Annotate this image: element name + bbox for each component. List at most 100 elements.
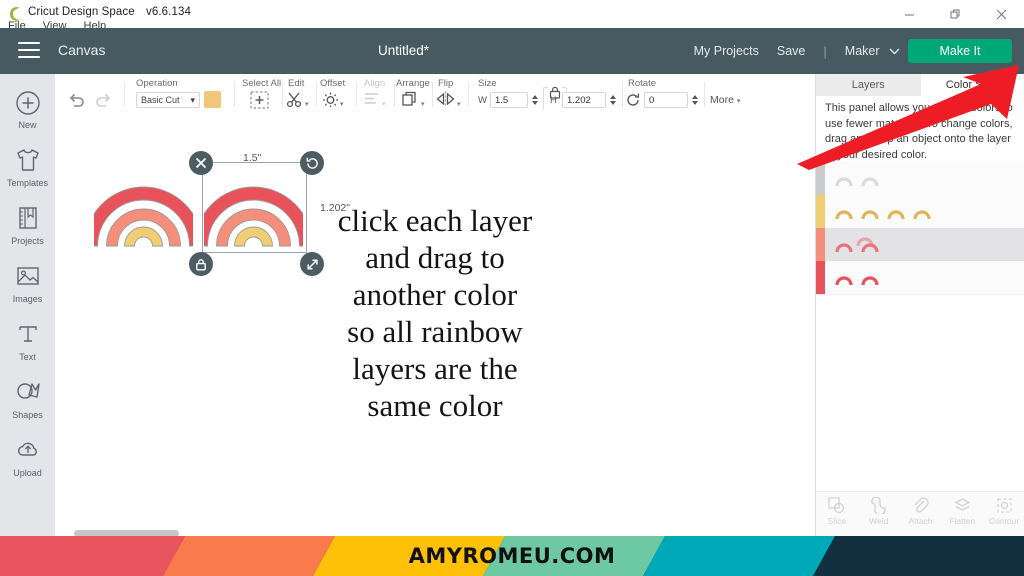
canvas-area[interactable]: 1.5" 1.202" click each layer and drag to a… — [55, 114, 815, 536]
tool-label: Contour — [988, 516, 1020, 526]
contour-button: Contour — [983, 492, 1024, 536]
panel-bottom-tools: Slice Weld Attach Flatten Contour — [816, 491, 1024, 536]
close-button[interactable] — [978, 0, 1024, 28]
delete-handle[interactable] — [189, 151, 213, 175]
tool-label: Flatten — [949, 516, 976, 526]
width-stepper[interactable] — [530, 92, 539, 108]
rotate-icon — [306, 157, 318, 169]
sidebar-item-label: Shapes — [12, 410, 43, 420]
operation-color-swatch[interactable] — [204, 91, 221, 108]
redo-button[interactable] — [94, 91, 116, 110]
canvas-label: Canvas — [58, 42, 106, 58]
sidebar-item-shapes[interactable]: Shapes — [0, 378, 55, 420]
arrange-label: Arrange — [396, 78, 430, 89]
rainbow-shape-left[interactable] — [94, 164, 193, 249]
minimize-button[interactable] — [886, 0, 932, 28]
sidebar-item-upload[interactable]: Upload — [0, 436, 55, 478]
lock-handle[interactable] — [189, 252, 213, 276]
save-button[interactable]: Save — [777, 44, 806, 58]
color-sync-row[interactable] — [816, 162, 1024, 196]
annotation-line: so all rainbow — [347, 314, 523, 349]
more-label: More — [710, 94, 734, 106]
annotation-line: same color — [367, 388, 503, 423]
select-all-button[interactable] — [250, 91, 272, 110]
color-chip[interactable] — [816, 228, 825, 261]
text-icon — [13, 320, 43, 350]
color-chip[interactable] — [816, 261, 825, 294]
layer-arc-thumb[interactable] — [834, 169, 854, 188]
row-arcs — [825, 202, 932, 221]
offset-caret-icon[interactable]: ▾ — [340, 100, 344, 108]
width-input[interactable]: 1.5 — [490, 92, 528, 108]
flip-icon — [436, 91, 455, 107]
sidebar-item-templates[interactable]: Templates — [0, 146, 55, 188]
layer-arc-thumb[interactable] — [834, 235, 854, 254]
rotate-stepper[interactable] — [690, 92, 699, 108]
sidebar-item-label: New — [18, 120, 37, 130]
restore-button[interactable] — [932, 0, 978, 28]
tab-color-sync[interactable]: Color Sync — [920, 74, 1024, 96]
color-chip[interactable] — [816, 162, 825, 195]
row-arcs — [825, 268, 880, 287]
chevron-down-icon — [889, 44, 900, 58]
size-label: Size — [478, 78, 497, 89]
operation-select[interactable]: Basic Cut ▾ — [136, 92, 200, 108]
redo-icon — [96, 93, 111, 107]
restore-icon — [950, 9, 959, 18]
rotate-handle[interactable] — [300, 151, 324, 175]
header-actions: My Projects Save | Maker Make It — [694, 28, 1024, 74]
layer-arc-thumb[interactable] — [834, 268, 854, 287]
sidebar-item-projects[interactable]: Projects — [0, 204, 55, 246]
scissors-icon — [286, 92, 302, 108]
right-panel: Layers Color Sync This panel allows you … — [815, 74, 1024, 536]
machine-name: Maker — [844, 44, 880, 58]
chevron-down-icon: ▾ — [736, 98, 741, 105]
lock-icon — [196, 258, 206, 270]
layer-arc-thumb[interactable] — [834, 202, 854, 221]
tool-label: Attach — [908, 516, 933, 526]
header-divider: | — [823, 43, 827, 59]
more-menu-button[interactable]: More ▾ — [710, 94, 740, 106]
make-it-button[interactable]: Make It — [908, 39, 1012, 63]
layer-arc-thumb[interactable] — [912, 202, 932, 221]
height-stepper[interactable] — [608, 92, 617, 108]
contour-icon — [983, 497, 1024, 514]
hamburger-menu-icon[interactable] — [18, 42, 40, 59]
undo-icon — [69, 93, 84, 107]
undo-button[interactable] — [68, 91, 90, 110]
offset-label: Offset — [320, 78, 346, 89]
edit-caret-icon[interactable]: ▾ — [305, 100, 309, 108]
brand-text: AMYROMEU.COM — [408, 544, 616, 568]
flip-caret-icon[interactable]: ▾ — [457, 100, 461, 108]
sidebar-item-text[interactable]: Text — [0, 320, 55, 362]
brand-bar: AMYROMEU.COM — [0, 536, 1024, 576]
layer-arc-thumb[interactable] — [860, 169, 880, 188]
flip-label: Flip — [438, 78, 454, 89]
slice-button: Slice — [816, 492, 858, 536]
color-chip[interactable] — [816, 195, 825, 228]
height-input[interactable]: 1.202 — [562, 92, 606, 108]
color-sync-row[interactable] — [816, 228, 1024, 262]
tab-layers[interactable]: Layers — [816, 74, 921, 96]
weld-icon — [858, 496, 900, 516]
weld-button: Weld — [858, 492, 900, 536]
my-projects-link[interactable]: My Projects — [694, 44, 759, 58]
sidebar-item-images[interactable]: Images — [0, 262, 55, 304]
align-icon — [365, 93, 378, 104]
rotate-input[interactable]: 0 — [644, 92, 688, 108]
rotate-label: Rotate — [628, 78, 656, 89]
color-sync-row[interactable] — [816, 261, 1024, 295]
project-title[interactable]: Untitled* — [378, 43, 429, 58]
select-all-icon — [250, 91, 269, 109]
color-sync-row[interactable] — [816, 195, 1024, 229]
flip-button[interactable] — [436, 91, 458, 110]
sidebar-item-new[interactable]: New — [0, 88, 55, 130]
layer-arc-thumb[interactable] — [860, 202, 880, 221]
tool-label: Weld — [869, 516, 889, 526]
machine-selector[interactable]: Maker — [845, 44, 900, 58]
layer-arc-thumb[interactable] — [886, 202, 906, 221]
layer-arc-thumb[interactable] — [860, 268, 880, 287]
arrange-caret-icon[interactable]: ▾ — [421, 100, 425, 108]
annotation-line: another color — [352, 277, 518, 312]
upload-cloud-icon — [13, 436, 43, 466]
